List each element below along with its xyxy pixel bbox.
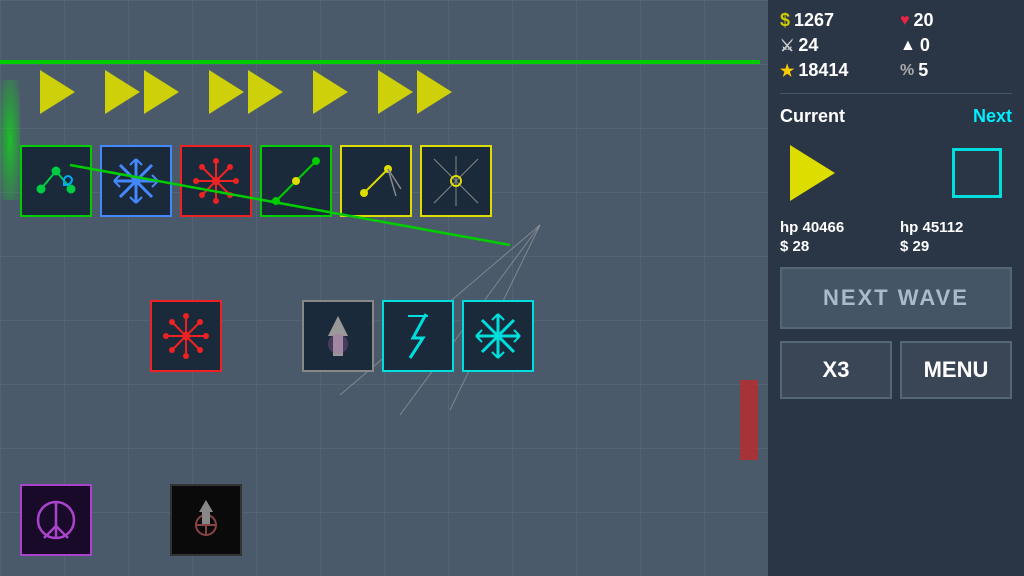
tower-empty[interactable] [420, 145, 492, 217]
tower-ice[interactable] [100, 145, 172, 217]
hearts-value: 20 [914, 10, 934, 31]
tower-targeting[interactable] [260, 145, 332, 217]
enemy-2-group [105, 70, 179, 114]
arrow-icon: ▲ [900, 37, 916, 55]
star-icon: ★ [780, 61, 794, 81]
x3-button[interactable]: X3 [780, 341, 892, 399]
money-value: 1267 [794, 10, 834, 31]
star-stat: ★ 18414 [780, 60, 892, 81]
current-hp: hp 40466 [780, 219, 892, 236]
tower-ice-cyan[interactable] [462, 300, 534, 372]
tower-crosshair[interactable] [170, 484, 242, 556]
dollar-icon: $ [780, 10, 790, 31]
next-wave-button[interactable]: NEXT WAVE [780, 267, 1012, 329]
hearts-stat: ♥ 20 [900, 10, 1012, 31]
enemy-5b [417, 70, 452, 114]
enemies-row [40, 70, 452, 114]
arrow-value: 0 [920, 35, 930, 56]
enemy-2a [105, 70, 140, 114]
percent-value: 5 [918, 60, 928, 81]
enemy-2b [144, 70, 179, 114]
sword-stat: ⚔ 24 [780, 35, 892, 56]
menu-button[interactable]: MENU [900, 341, 1012, 399]
percent-icon: % [900, 62, 914, 80]
tower-angle[interactable] [340, 145, 412, 217]
tower-purple[interactable] [20, 484, 92, 556]
current-cost: $ 28 [780, 238, 892, 255]
tower-burst-2[interactable] [150, 300, 222, 372]
current-enemy-icon [790, 145, 835, 201]
next-label: Next [973, 106, 1012, 127]
next-cost: $ 29 [900, 238, 1012, 255]
tower-burst-1[interactable] [180, 145, 252, 217]
next-hp: hp 45112 [900, 219, 1012, 236]
red-bar [740, 380, 758, 460]
arrow-stat: ▲ 0 [900, 35, 1012, 56]
sword-value: 24 [798, 35, 818, 56]
green-glow [0, 80, 20, 200]
sword-icon: ⚔ [780, 36, 794, 56]
tower-lightning[interactable] [382, 300, 454, 372]
towers-row-1 [20, 145, 492, 217]
enemy-1 [40, 70, 75, 114]
hp-cost-grid: hp 40466 hp 45112 $ 28 $ 29 [780, 219, 1012, 255]
enemy-3-group [209, 70, 283, 114]
stats-grid: $ 1267 ♥ 20 ⚔ 24 ▲ 0 ★ 18414 % 5 [780, 10, 1012, 81]
enemy-5a [378, 70, 413, 114]
enemy-3b [248, 70, 283, 114]
current-label: Current [780, 106, 845, 127]
current-next-labels: Current Next [780, 106, 1012, 127]
wave-path [0, 60, 760, 64]
tower-water[interactable] [20, 145, 92, 217]
tower-up-arrow[interactable] [302, 300, 374, 372]
heart-icon: ♥ [900, 12, 910, 30]
enemy-4 [313, 70, 348, 114]
percent-stat: % 5 [900, 60, 1012, 81]
divider-1 [780, 93, 1012, 94]
star-value: 18414 [798, 60, 848, 81]
enemy-3a [209, 70, 244, 114]
money-stat: $ 1267 [780, 10, 892, 31]
next-enemy-icon [952, 148, 1002, 198]
bottom-buttons: X3 MENU [780, 341, 1012, 399]
enemy-5-group [378, 70, 452, 114]
game-area [0, 0, 768, 576]
right-panel: $ 1267 ♥ 20 ⚔ 24 ▲ 0 ★ 18414 % 5 Current… [768, 0, 1024, 576]
towers-row-2 [150, 300, 534, 372]
wave-previews [780, 137, 1012, 209]
